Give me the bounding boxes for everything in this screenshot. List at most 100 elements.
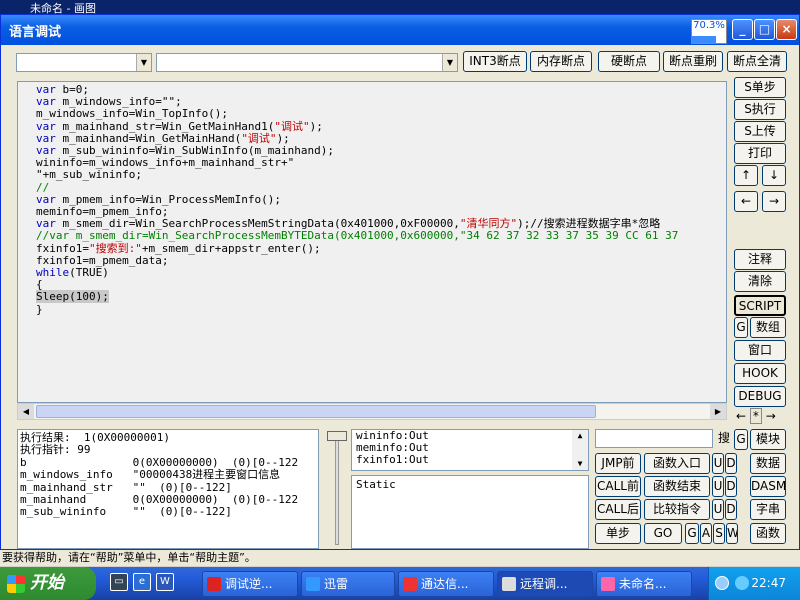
print-button[interactable]: 打印 (734, 143, 786, 164)
close-icon: × (781, 22, 792, 36)
data-button[interactable]: 数据 (750, 453, 786, 474)
clear-button[interactable]: 清除 (734, 271, 786, 292)
function-button[interactable]: 函数 (750, 523, 786, 544)
execution-result-panel[interactable]: 执行结果: 1(0X00000001) 执行指针: 99 b 0(0X0000000… (17, 429, 319, 549)
code-content[interactable]: var b=0; var m_windows_info=""; m_windows_… (36, 83, 678, 316)
scroll-left-icon[interactable]: ◀ (18, 404, 34, 419)
function-end-button[interactable]: 函数结束 (644, 476, 710, 497)
clock: 22:47 (751, 576, 786, 590)
s-upload-button[interactable]: S上传 (734, 121, 786, 142)
scroll-up-icon[interactable]: ▲ (572, 430, 588, 442)
window-titlebar[interactable]: 语言调试 70.3% _ □ × (1, 15, 799, 45)
chevron-down-icon[interactable]: ▼ (442, 54, 457, 71)
minimize-button[interactable]: _ (732, 19, 753, 40)
comment-button[interactable]: 注释 (734, 249, 786, 270)
call-after-button[interactable]: CALL后 (595, 499, 641, 520)
taskbar-item-2[interactable]: 迅雷 (301, 571, 395, 597)
messenger-icon[interactable] (735, 576, 749, 590)
u-button-1[interactable]: U (712, 453, 724, 474)
remote-debug-icon (502, 577, 516, 591)
taskbar-item-4[interactable]: 远程调... (497, 571, 593, 597)
function-entry-button[interactable]: 函数入口 (644, 453, 710, 474)
window-button[interactable]: 窗口 (734, 340, 786, 361)
close-button[interactable]: × (776, 19, 797, 40)
array-g-button[interactable]: G (734, 317, 748, 338)
chevron-left-icon[interactable] (715, 576, 729, 590)
start-button[interactable]: 开始 (0, 567, 96, 600)
module-button[interactable]: 模块 (750, 429, 786, 450)
ie-icon[interactable]: e (133, 573, 151, 591)
taskbar-item-1[interactable]: 调试逆... (202, 571, 298, 597)
code-line[interactable]: } (36, 303, 678, 316)
string-button[interactable]: 字串 (750, 499, 786, 520)
maximize-button[interactable]: □ (754, 19, 775, 40)
scroll-thumb[interactable] (36, 405, 596, 418)
background-status-bar: 要获得帮助，请在“帮助”菜单中，单击“帮助主题”。 (0, 550, 800, 566)
a-button[interactable]: A (700, 523, 712, 544)
memory-breakpoint-button[interactable]: 内存断点 (530, 51, 592, 72)
nav-right-button[interactable]: → (766, 409, 776, 423)
window-title: 语言调试 (9, 25, 62, 40)
script-editor[interactable]: var b=0; var m_windows_info=""; m_windows_… (17, 81, 727, 403)
code-line[interactable]: { (36, 279, 678, 291)
progress-indicator: 70.3% (691, 19, 727, 44)
up-arrow-button[interactable]: ↑ (734, 165, 758, 186)
u-button-2[interactable]: U (712, 476, 724, 497)
compare-instruction-button[interactable]: 比较指令 (644, 499, 710, 520)
go-button[interactable]: GO (644, 523, 682, 544)
scroll-down-icon[interactable]: ▼ (572, 458, 588, 470)
nav-left-button[interactable]: ← (736, 409, 746, 423)
show-desktop-icon[interactable]: ▭ (110, 573, 128, 591)
result-row: m_windows_info "00000438进程主要窗口信息 (20, 468, 281, 482)
code-line[interactable]: while(TRUE) (36, 266, 678, 279)
s-execute-button[interactable]: S执行 (734, 99, 786, 120)
maximize-icon: □ (758, 22, 771, 36)
taskbar-item-5[interactable]: 未命名... (596, 571, 692, 597)
slider-knob[interactable] (327, 431, 347, 441)
call-before-button[interactable]: CALL前 (595, 476, 641, 497)
code-line[interactable]: fxinfo1=m_pmem_data; (36, 254, 678, 267)
int3-breakpoint-button[interactable]: INT3断点 (463, 51, 527, 72)
hook-button[interactable]: HOOK (734, 363, 786, 384)
system-tray: 22:47 (708, 567, 800, 600)
slider-track (335, 433, 339, 545)
dasm-button[interactable]: DASM (750, 476, 786, 497)
module-g-button[interactable]: G (734, 429, 748, 450)
s-step-button[interactable]: S单步 (734, 77, 786, 98)
word-icon[interactable]: W (156, 573, 174, 591)
scroll-right-icon[interactable]: ▶ (710, 404, 726, 419)
debug-button[interactable]: DEBUG (734, 386, 786, 407)
script-button[interactable]: SCRIPT (734, 295, 786, 316)
g-button-2[interactable]: G (685, 523, 699, 544)
minimize-icon: _ (739, 22, 746, 36)
search-input[interactable] (595, 429, 713, 448)
s-button[interactable]: S (713, 523, 725, 544)
chevron-down-icon[interactable]: ▼ (136, 54, 151, 71)
jmp-before-button[interactable]: JMP前 (595, 453, 641, 474)
watch-item[interactable]: fxinfo1:Out (356, 454, 588, 466)
single-step-button[interactable]: 单步 (595, 523, 641, 544)
output-watch-list[interactable]: wininfo:Out meminfo:Out fxinfo1:Out ▲ ▼ (351, 429, 589, 471)
code-line[interactable]: Sleep(100); (36, 290, 678, 304)
editor-horizontal-scrollbar[interactable]: ◀ ▶ (17, 403, 727, 420)
watch-scrollbar[interactable]: ▲ ▼ (572, 430, 588, 470)
d-button-1[interactable]: D (725, 453, 737, 474)
result-row: b 0(0X00000000) (0)[0--122 (20, 455, 299, 469)
clear-all-breakpoints-button[interactable]: 断点全清 (727, 51, 787, 72)
left-arrow-button[interactable]: ← (734, 191, 758, 212)
u-button-3[interactable]: U (712, 499, 724, 520)
right-arrow-button[interactable]: → (762, 191, 786, 212)
d-button-3[interactable]: D (725, 499, 737, 520)
vertical-slider[interactable] (325, 429, 347, 549)
hardware-breakpoint-button[interactable]: 硬断点 (598, 51, 660, 72)
array-button[interactable]: 数组 (750, 317, 786, 338)
w-button[interactable]: W (726, 523, 738, 544)
taskbar-item-3[interactable]: 通达信... (398, 571, 494, 597)
code-line[interactable]: "+m_sub_wininfo; (36, 169, 678, 181)
select-combo-2[interactable]: ▼ (156, 53, 458, 72)
refresh-breakpoints-button[interactable]: 断点重刷 (663, 51, 723, 72)
select-combo-1[interactable]: ▼ (16, 53, 152, 72)
nav-star-button[interactable]: * (749, 408, 762, 424)
down-arrow-button[interactable]: ↓ (762, 165, 786, 186)
d-button-2[interactable]: D (725, 476, 737, 497)
